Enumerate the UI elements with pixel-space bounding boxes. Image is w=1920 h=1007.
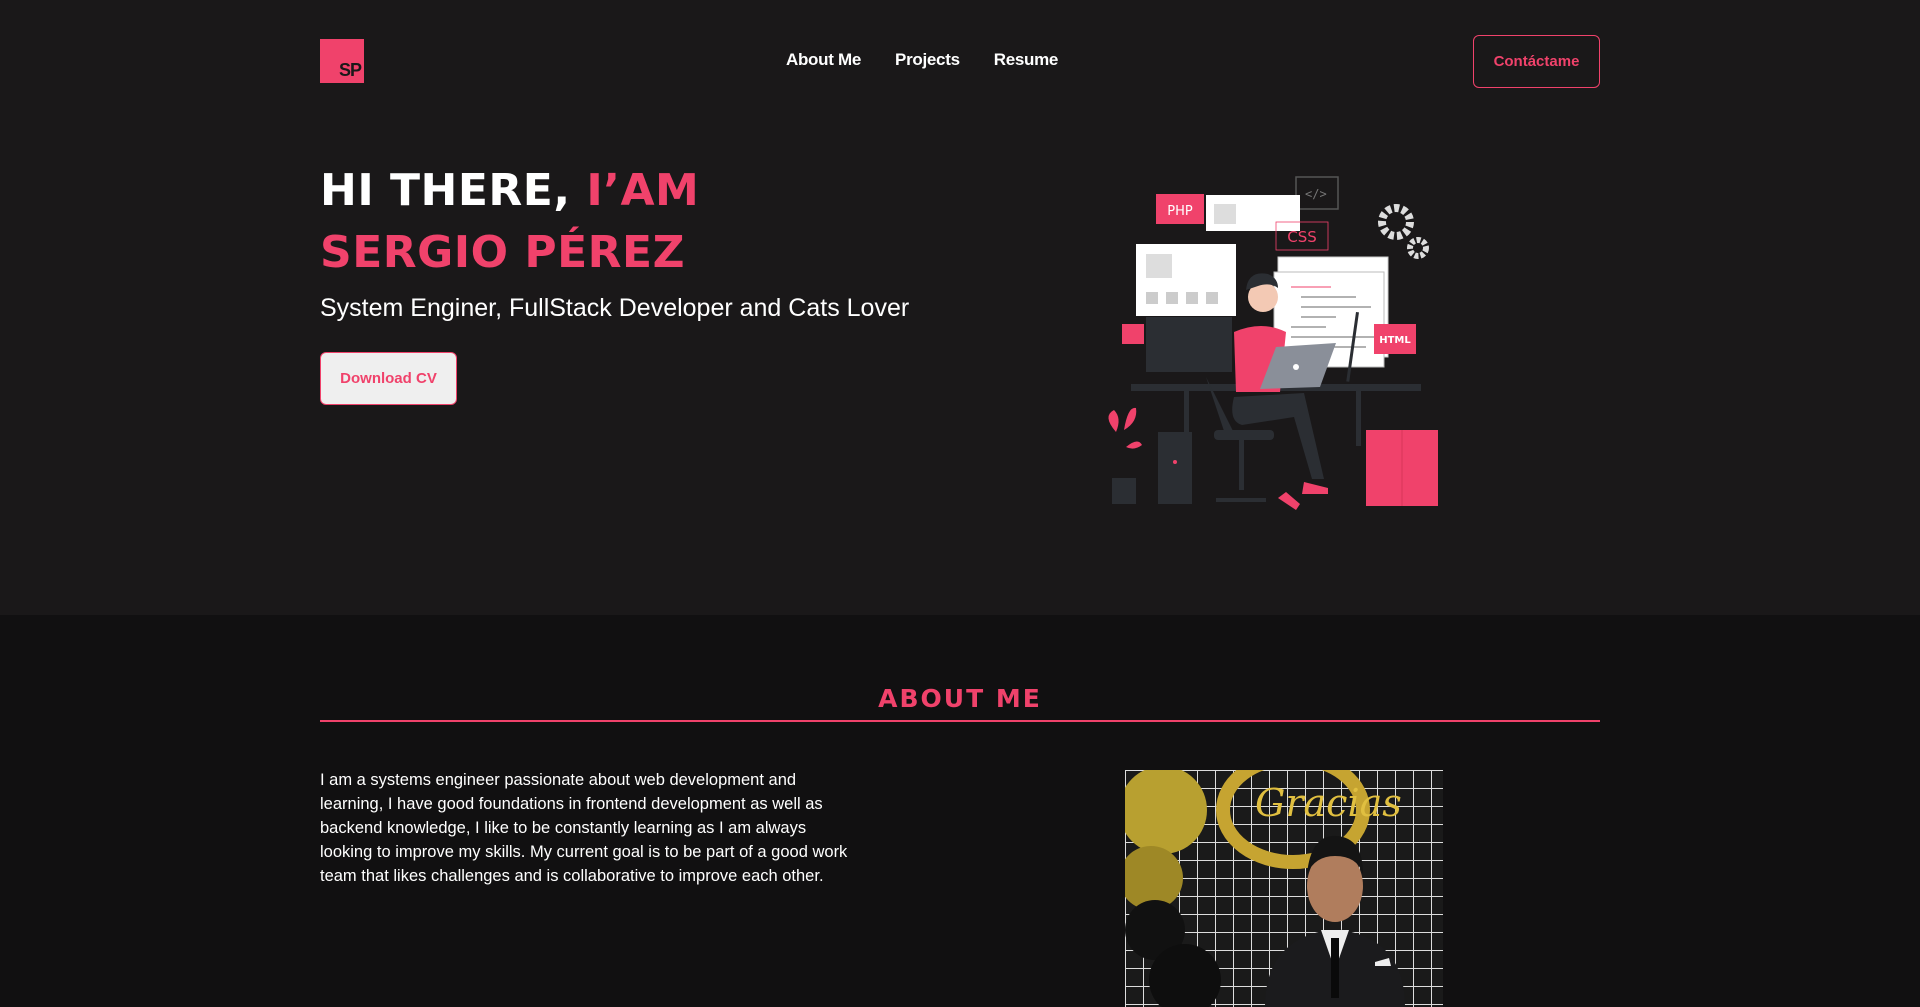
nav-link-resume[interactable]: Resume <box>994 50 1059 70</box>
about-title: ABOUT ME <box>878 684 1042 713</box>
hero-subtitle: System Enginer, FullStack Developer and … <box>320 294 910 322</box>
css-label: CSS <box>1287 228 1317 246</box>
pc-tower <box>1158 432 1192 504</box>
headline-name: SERGIO PÉREZ <box>320 227 685 278</box>
developer-illustration: </> PHP CSS HTML <box>1108 176 1438 510</box>
profile-photo: Gracias <box>1125 770 1443 1007</box>
main-nav: About Me Projects Resume <box>786 50 1058 70</box>
site-logo[interactable]: SP <box>320 39 364 83</box>
about-section <box>0 615 1920 1007</box>
nav-link-about-me[interactable]: About Me <box>786 50 861 70</box>
logo-text: SP <box>338 60 362 80</box>
gear-small-icon <box>1407 237 1429 259</box>
download-cv-button[interactable]: Download CV <box>320 352 457 405</box>
about-text: I am a systems engineer passionate about… <box>320 771 848 885</box>
svg-text:</>: </> <box>1305 187 1327 201</box>
plant-icon <box>1108 410 1119 432</box>
php-label: PHP <box>1167 204 1193 219</box>
hero-headline: HI THERE, I’AM SERGIO PÉREZ <box>320 160 699 284</box>
nav-link-projects[interactable]: Projects <box>895 50 960 70</box>
hero-section: SP About Me Projects Resume Contáctame H… <box>0 0 1920 615</box>
site-header: SP About Me Projects Resume Contáctame <box>320 0 1600 124</box>
monitor <box>1146 317 1232 372</box>
about-divider <box>320 720 1600 722</box>
headline-greeting: HI THERE, <box>320 165 587 216</box>
contact-button[interactable]: Contáctame <box>1473 35 1600 88</box>
headline-iam: I’AM <box>586 165 700 216</box>
gracias-sign-text: Gracias <box>1255 781 1402 825</box>
html-label: HTML <box>1379 335 1411 346</box>
